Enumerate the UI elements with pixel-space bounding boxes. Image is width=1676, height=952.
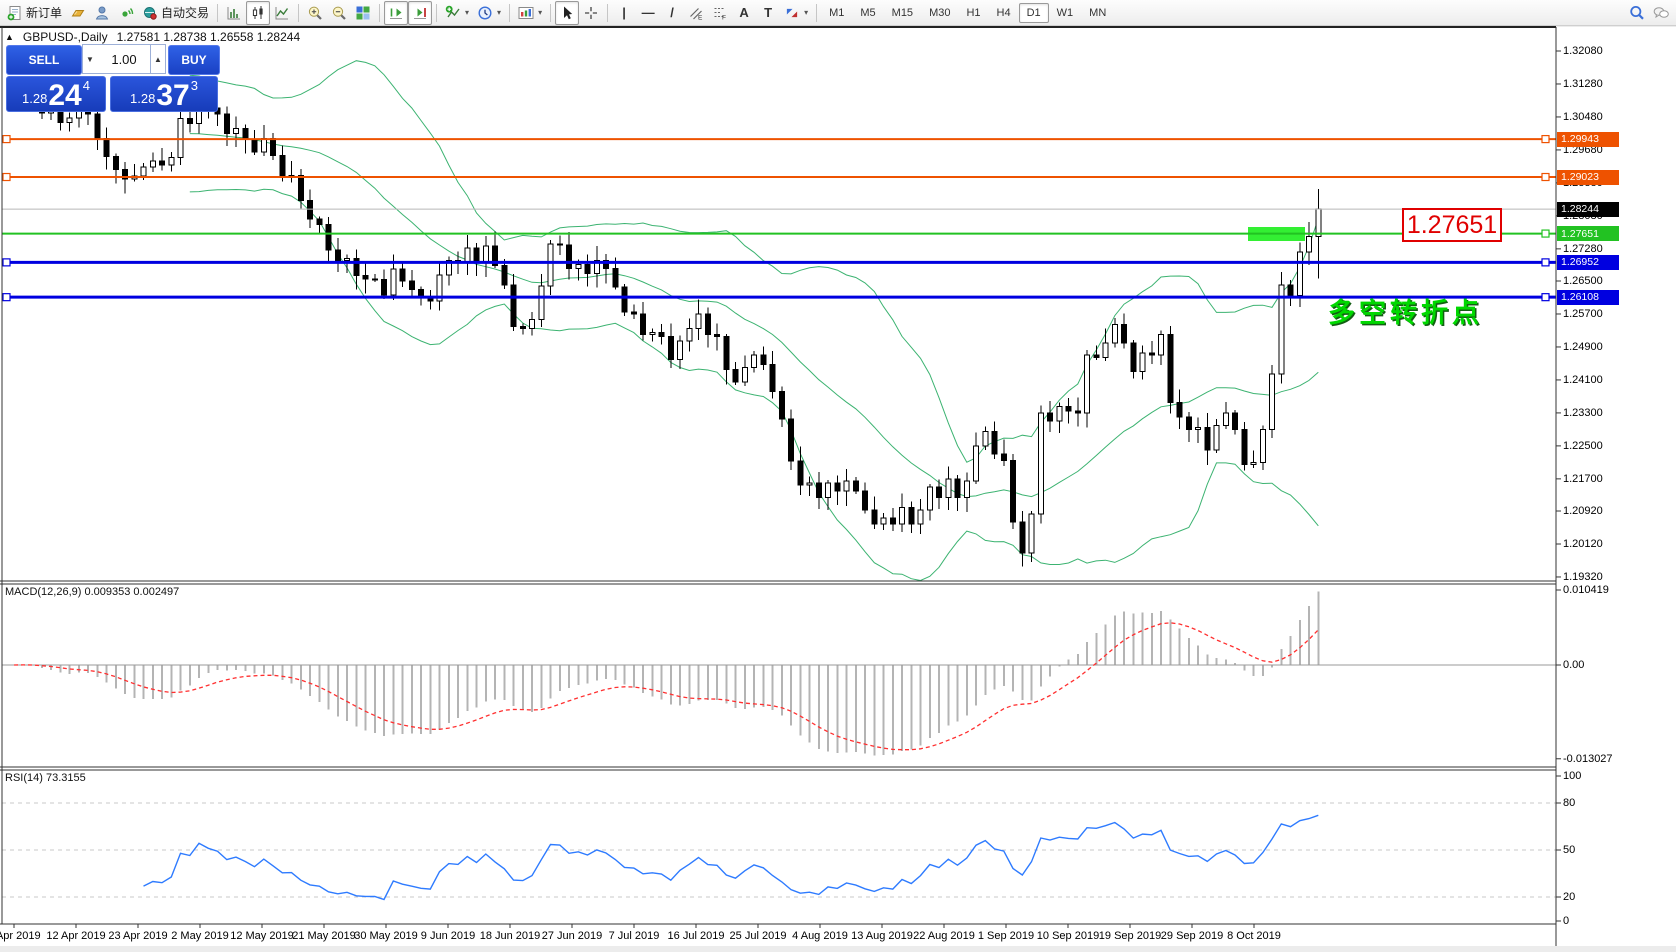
buy-price-pip: 3 — [190, 78, 198, 93]
macd-axis-label: 0.00 — [1563, 659, 1585, 671]
date-tick-label: 3 Apr 2019 — [0, 930, 41, 942]
buy-price-big: 37 — [156, 79, 190, 112]
axis-tick-label: 1.31280 — [1563, 77, 1603, 90]
collapse-icon[interactable]: ▲ — [5, 32, 14, 42]
axis-tick-label: 1.27280 — [1563, 242, 1603, 255]
sell-quote[interactable]: 1.28 24 4 — [6, 76, 106, 112]
sell-price-big: 24 — [48, 79, 82, 112]
axis-tick-label: 1.26500 — [1563, 275, 1603, 287]
rsi-axis-label: 0 — [1563, 915, 1570, 927]
price-badge: 1.26952 — [1557, 254, 1619, 270]
date-tick-label: 12 May 2019 — [230, 930, 294, 942]
date-tick-label: 8 Oct 2019 — [1227, 930, 1281, 942]
sell-button[interactable]: SELL — [6, 45, 82, 75]
date-tick-label: 4 Aug 2019 — [792, 930, 848, 942]
axis-tick-label: 1.23300 — [1563, 406, 1603, 419]
rsi-axis-label: 100 — [1563, 770, 1582, 782]
volume-field-wrap — [97, 44, 151, 74]
rsi-axis-label: 50 — [1563, 844, 1576, 856]
date-tick-label: 9 Jun 2019 — [420, 930, 476, 942]
chinese-annotation[interactable]: 多空转折点 — [1328, 291, 1483, 330]
ohlc-values: 1.27581 1.28738 1.26558 1.28244 — [116, 30, 301, 44]
axis-tick-label: 1.20120 — [1563, 537, 1603, 550]
axis-tick-label: 1.25700 — [1563, 307, 1603, 320]
volume-decrease-button[interactable]: ▼ — [82, 44, 98, 74]
rsi-axis-label: 80 — [1563, 796, 1576, 809]
macd-axis-label: 0.010419 — [1563, 584, 1609, 596]
date-tick-label: 27 Jun 2019 — [541, 930, 603, 942]
axis-tick-label: 1.22500 — [1563, 439, 1603, 452]
axis-tick-label: 1.21700 — [1563, 472, 1603, 485]
chart-header: ▲ GBPUSD-,Daily 1.27581 1.28738 1.26558 … — [5, 30, 300, 44]
price-badge: 1.29943 — [1557, 131, 1619, 147]
date-tick-label: 2 May 2019 — [171, 930, 229, 942]
date-tick-label: 29 Sep 2019 — [1160, 930, 1224, 942]
date-tick-label: 23 Apr 2019 — [108, 930, 168, 942]
price-badge: 1.29023 — [1557, 169, 1619, 185]
date-tick-label: 13 Aug 2019 — [851, 930, 913, 942]
price-badge: 1.28244 — [1557, 201, 1619, 217]
axis-tick-label: 1.24900 — [1563, 340, 1603, 353]
date-tick-label: 18 Jun 2019 — [479, 930, 541, 942]
rsi-label: RSI(14) 73.3155 — [5, 772, 86, 784]
sell-price-prefix: 1.28 — [22, 91, 48, 106]
sell-price-pip: 4 — [82, 78, 90, 93]
date-tick-label: 16 Jul 2019 — [667, 930, 725, 942]
price-badge: 1.27651 — [1557, 226, 1619, 242]
axis-tick-label: 1.24100 — [1563, 373, 1603, 386]
axis-tick-label: 1.19320 — [1563, 570, 1603, 583]
one-click-trading-panel: SELL ▼ ▲ BUY 1.28 24 4 1.28 37 3 — [6, 44, 220, 112]
date-tick-label: 25 Jul 2019 — [729, 930, 787, 942]
buy-price-prefix: 1.28 — [130, 91, 156, 106]
date-tick-label: 22 Aug 2019 — [913, 930, 975, 942]
buy-quote[interactable]: 1.28 37 3 — [110, 76, 218, 112]
date-tick-label: 21 May 2019 — [292, 930, 356, 942]
macd-axis-label: -0.013027 — [1563, 752, 1613, 765]
date-tick-label: 1 Sep 2019 — [977, 930, 1035, 942]
price-callout-label[interactable]: 1.27651 — [1402, 208, 1502, 242]
date-tick-label: 30 May 2019 — [354, 930, 418, 942]
date-tick-label: 19 Sep 2019 — [1098, 930, 1162, 942]
buy-button[interactable]: BUY — [168, 45, 220, 75]
chart-canvas[interactable] — [0, 0, 1676, 952]
volume-input[interactable] — [97, 50, 151, 68]
macd-label: MACD(12,26,9) 0.009353 0.002497 — [5, 586, 180, 598]
symbol-title: GBPUSD-,Daily — [22, 30, 108, 44]
date-tick-label: 7 Jul 2019 — [608, 930, 660, 942]
axis-tick-label: 1.20920 — [1563, 505, 1603, 517]
volume-increase-button[interactable]: ▲ — [150, 44, 166, 74]
axis-tick-label: 1.30480 — [1563, 110, 1603, 123]
date-tick-label: 10 Sep 2019 — [1036, 930, 1100, 942]
rsi-axis-label: 20 — [1563, 891, 1576, 903]
axis-tick-label: 1.32080 — [1563, 45, 1603, 57]
date-tick-label: 12 Apr 2019 — [46, 930, 106, 942]
price-badge: 1.26108 — [1557, 289, 1619, 305]
